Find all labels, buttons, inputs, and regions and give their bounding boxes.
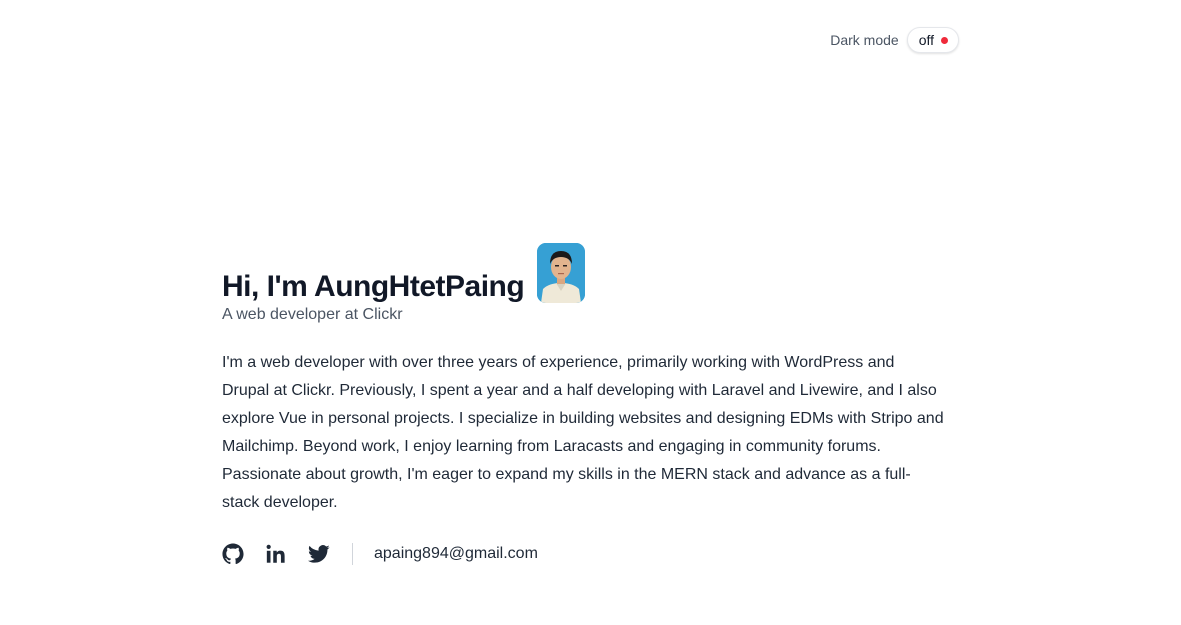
twitter-icon[interactable] xyxy=(308,543,330,565)
email-link[interactable]: apaing894@gmail.com xyxy=(374,545,538,563)
divider xyxy=(352,543,353,565)
dark-mode-state: off xyxy=(918,32,934,48)
bio-paragraph: I'm a web developer with over three year… xyxy=(222,354,944,511)
status-dot-icon xyxy=(941,36,948,44)
social-links: apaing894@gmail.com xyxy=(222,542,942,566)
heading-row: Hi, I'm AungHtetPaing xyxy=(222,243,942,303)
page: Dark mode off Hi, I'm AungHtetPaing A we… xyxy=(0,0,1181,625)
github-icon[interactable] xyxy=(222,543,244,565)
dark-mode-toggle[interactable]: off xyxy=(906,27,959,53)
main-content: Hi, I'm AungHtetPaing A web developer at… xyxy=(222,243,944,566)
page-subtitle: A web developer at Clickr xyxy=(222,306,403,323)
dark-mode-control: Dark mode off xyxy=(830,27,959,53)
page-title: Hi, I'm AungHtetPaing xyxy=(222,270,525,303)
dark-mode-label: Dark mode xyxy=(830,32,899,48)
avatar xyxy=(537,243,586,303)
linkedin-icon[interactable] xyxy=(265,543,287,565)
